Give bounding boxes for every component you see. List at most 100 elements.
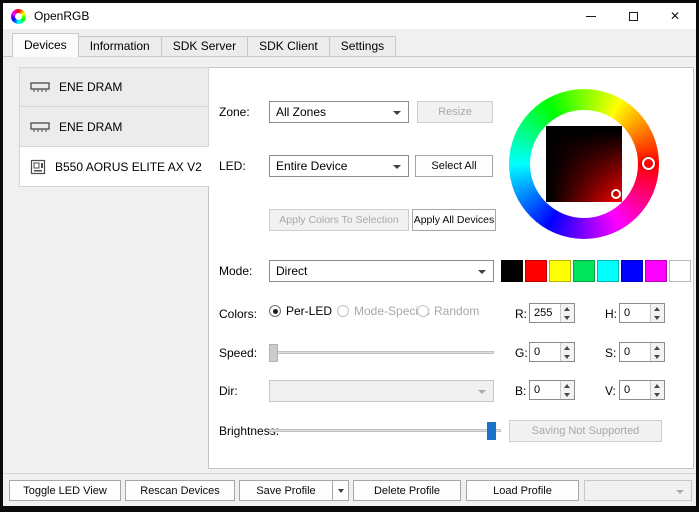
spin-down-icon[interactable] [651, 313, 664, 322]
apply-colors-to-selection-button: Apply Colors To Selection [269, 209, 409, 231]
mode-label: Mode: [219, 264, 253, 278]
red-value: 255 [534, 307, 553, 319]
spin-arrows [650, 343, 664, 361]
spin-arrows [560, 304, 574, 322]
close-button[interactable]: ✕ [654, 3, 696, 29]
device-item-ene-dram-2[interactable]: ENE DRAM [19, 107, 209, 147]
color-swatch-row [501, 260, 691, 282]
chevron-down-icon [337, 488, 344, 493]
radio-per-led-label: Per-LED [286, 304, 333, 318]
radio-dot-icon [337, 305, 349, 317]
radio-per-led[interactable]: Per-LED [269, 304, 332, 318]
spin-up-icon[interactable] [651, 381, 664, 390]
color-swatch[interactable] [549, 260, 571, 282]
delete-profile-button[interactable]: Delete Profile [353, 480, 461, 501]
spin-up-icon[interactable] [561, 381, 574, 390]
saturation-spinbox[interactable]: 0 [619, 342, 665, 362]
green-spinbox[interactable]: 0 [529, 342, 575, 362]
device-item-label: ENE DRAM [59, 80, 123, 94]
mode-select[interactable]: Direct [269, 260, 494, 282]
tab-sdk-server[interactable]: SDK Server [160, 36, 249, 56]
value-label: V: [605, 384, 616, 398]
saturation-value-picker[interactable] [546, 126, 622, 202]
chevron-down-icon [393, 165, 401, 169]
save-profile-button[interactable]: Save Profile [240, 481, 332, 500]
spin-down-icon[interactable] [561, 313, 574, 322]
tab-settings[interactable]: Settings [328, 36, 397, 56]
minimize-icon [586, 15, 596, 17]
device-item-b550-aorus[interactable]: B550 AORUS ELITE AX V2 [19, 147, 210, 187]
color-swatch[interactable] [669, 260, 691, 282]
spin-up-icon[interactable] [561, 343, 574, 352]
spin-arrows [650, 304, 664, 322]
radio-random: Random [417, 304, 479, 318]
apply-all-devices-button[interactable]: Apply All Devices [412, 209, 496, 231]
device-item-label: ENE DRAM [59, 119, 123, 134]
select-all-button[interactable]: Select All [415, 155, 493, 177]
spin-up-icon[interactable] [651, 343, 664, 352]
hue-marker[interactable] [642, 157, 655, 170]
rescan-devices-button[interactable]: Rescan Devices [125, 480, 235, 501]
spin-up-icon[interactable] [561, 304, 574, 313]
color-swatch[interactable] [501, 260, 523, 282]
red-spinbox[interactable]: 255 [529, 303, 575, 323]
tab-sdk-client[interactable]: SDK Client [247, 36, 330, 56]
chevron-down-icon [478, 390, 486, 394]
device-panel: Zone: All Zones Resize LED: Entire Devic… [208, 67, 694, 469]
color-swatch[interactable] [645, 260, 667, 282]
spin-down-icon[interactable] [651, 352, 664, 361]
openrgb-window: OpenRGB ✕ Devices Information SDK Server… [0, 0, 699, 512]
chevron-down-icon [676, 490, 684, 494]
color-swatch[interactable] [621, 260, 643, 282]
saving-not-supported-button: Saving Not Supported [509, 420, 662, 442]
window-controls: ✕ [570, 3, 696, 29]
color-swatch[interactable] [573, 260, 595, 282]
profile-select [584, 480, 692, 501]
colors-label: Colors: [219, 307, 258, 321]
maximize-button[interactable] [612, 3, 654, 29]
spin-down-icon[interactable] [651, 390, 664, 399]
brightness-slider[interactable] [269, 422, 501, 440]
radio-random-label: Random [434, 304, 480, 318]
slider-groove [269, 429, 501, 432]
hue-label: H: [605, 307, 617, 321]
hue-spinbox[interactable]: 0 [619, 303, 665, 323]
spin-down-icon[interactable] [561, 390, 574, 399]
color-swatch[interactable] [597, 260, 619, 282]
maximize-icon [628, 11, 638, 21]
slider-handle [269, 344, 278, 362]
spin-up-icon[interactable] [651, 304, 664, 313]
title-bar: OpenRGB ✕ [3, 3, 696, 29]
chevron-down-icon [478, 270, 486, 274]
dir-select [269, 380, 494, 402]
led-label: LED: [219, 159, 246, 173]
save-profile-split-button: Save Profile [239, 480, 349, 501]
saturation-value: 0 [624, 346, 631, 358]
zone-select[interactable]: All Zones [269, 101, 409, 123]
device-item-ene-dram-1[interactable]: ENE DRAM [19, 67, 209, 107]
value-value: 0 [624, 384, 631, 396]
tab-devices[interactable]: Devices [12, 33, 79, 57]
blue-label: B: [515, 384, 527, 398]
spin-down-icon[interactable] [561, 352, 574, 361]
toggle-led-view-button[interactable]: Toggle LED View [9, 480, 121, 501]
motherboard-icon [30, 159, 46, 175]
save-profile-dropdown-button[interactable] [332, 481, 348, 500]
slider-groove [269, 351, 494, 354]
radio-dot-icon [417, 305, 429, 317]
radio-dot-icon [269, 305, 281, 317]
load-profile-button[interactable]: Load Profile [466, 480, 579, 501]
value-spinbox[interactable]: 0 [619, 380, 665, 400]
speed-slider [269, 344, 494, 362]
saturation-value-marker[interactable] [611, 189, 621, 199]
zone-select-value: All Zones [276, 105, 327, 119]
color-swatch[interactable] [525, 260, 547, 282]
spin-arrows [650, 381, 664, 399]
led-select[interactable]: Entire Device [269, 155, 409, 177]
window-title: OpenRGB [34, 9, 90, 23]
blue-spinbox[interactable]: 0 [529, 380, 575, 400]
tab-information[interactable]: Information [77, 36, 162, 56]
led-select-value: Entire Device [276, 159, 348, 173]
slider-handle[interactable] [487, 422, 496, 440]
minimize-button[interactable] [570, 3, 612, 29]
